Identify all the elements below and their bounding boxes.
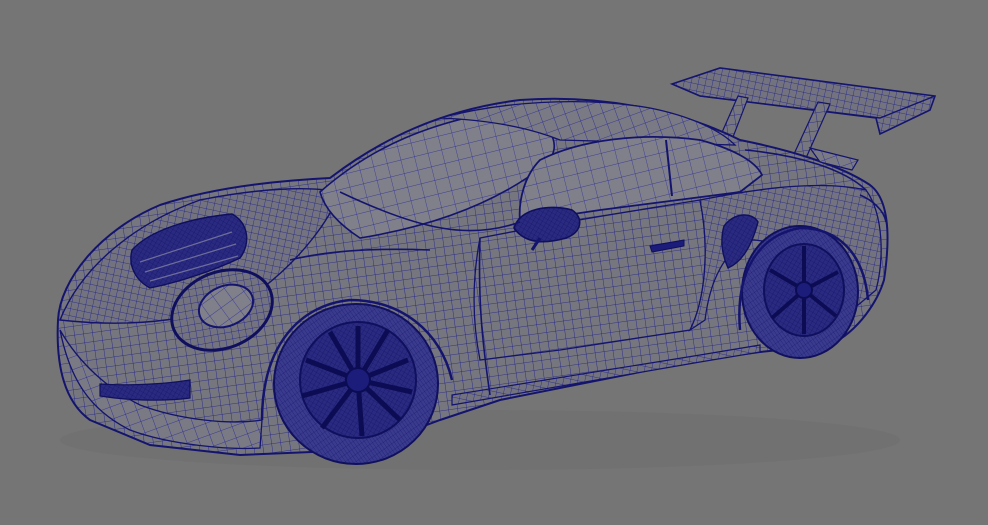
front-wheel: [273, 303, 439, 465]
car-wireframe-render: [56, 67, 937, 470]
rear-wheel: [741, 225, 859, 359]
3d-viewport[interactable]: [0, 0, 988, 525]
